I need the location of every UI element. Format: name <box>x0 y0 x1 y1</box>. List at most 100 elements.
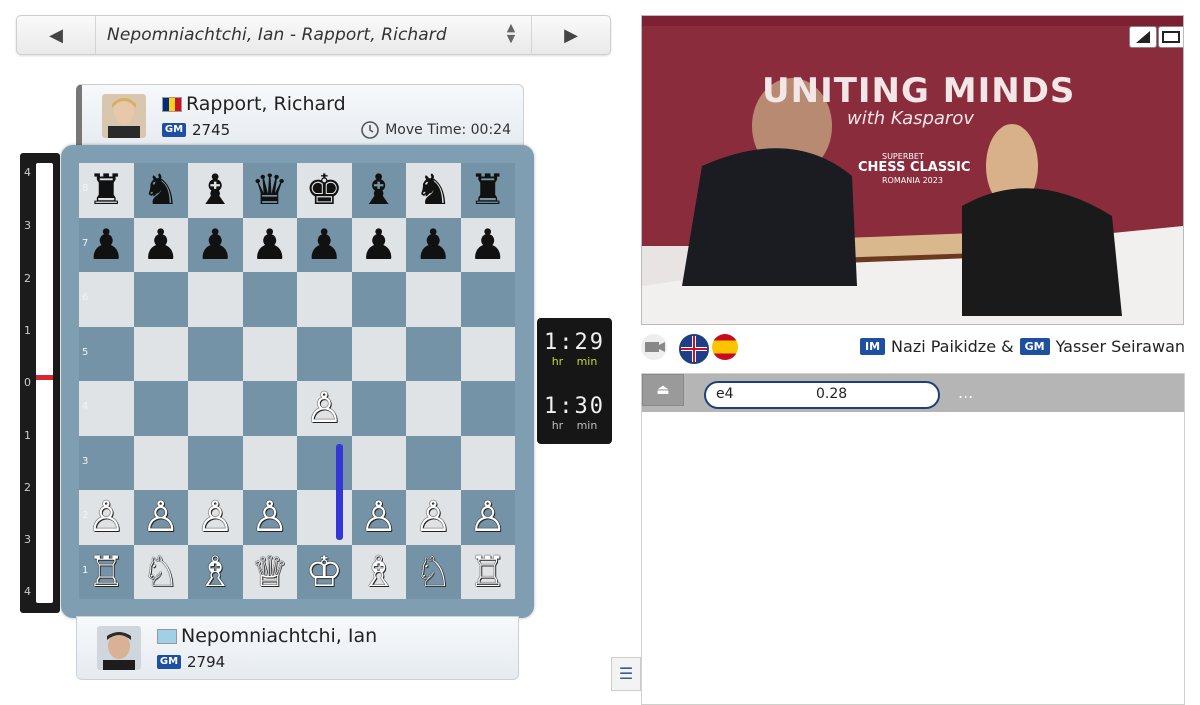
chess-piece[interactable]: ♟ <box>142 223 180 266</box>
board-square-h7[interactable]: ♟ <box>460 217 515 272</box>
board-square-e7[interactable]: ♟ <box>297 217 352 272</box>
chess-piece[interactable]: ♝ <box>360 169 398 211</box>
board-square-h1[interactable]: ♖ <box>460 544 515 599</box>
board-square-c7[interactable]: ♟ <box>188 217 243 272</box>
board-square-d2[interactable]: ♙ <box>242 490 297 545</box>
board-square-h5[interactable] <box>460 326 515 381</box>
chess-piece[interactable]: ♟ <box>469 223 507 266</box>
board-square-e5[interactable] <box>297 326 352 381</box>
board-square-f1[interactable]: ♗ <box>351 544 406 599</box>
chess-piece[interactable]: ♙ <box>305 387 343 429</box>
board-square-h6[interactable] <box>460 272 515 327</box>
board-square-e3[interactable] <box>297 435 352 490</box>
board-square-e8[interactable]: ♚ <box>297 163 352 218</box>
chess-piece[interactable]: ♖ <box>469 550 507 593</box>
board-square-g8[interactable]: ♞ <box>406 163 461 218</box>
board-square-b4[interactable] <box>133 381 188 436</box>
board-square-f5[interactable] <box>351 326 406 381</box>
board-square-h8[interactable]: ♜ <box>460 163 515 218</box>
board-square-g3[interactable] <box>406 435 461 490</box>
board-square-d6[interactable] <box>242 272 297 327</box>
board-square-e4[interactable]: ♙ <box>297 381 352 436</box>
chess-piece[interactable]: ♔ <box>305 550 343 593</box>
chess-piece[interactable]: ♙ <box>87 496 125 538</box>
board-square-f7[interactable]: ♟ <box>351 217 406 272</box>
board-square-g6[interactable] <box>406 272 461 327</box>
board-square-b8[interactable]: ♞ <box>133 163 188 218</box>
prev-game-button[interactable]: ◀ <box>17 16 96 54</box>
board-square-g4[interactable] <box>406 381 461 436</box>
board-square-d5[interactable] <box>242 326 297 381</box>
chess-piece[interactable]: ♜ <box>87 169 125 211</box>
chess-piece[interactable]: ♟ <box>360 223 398 266</box>
board-square-b1[interactable]: ♘ <box>133 544 188 599</box>
chess-piece[interactable]: ♕ <box>251 550 289 593</box>
board-square-g5[interactable] <box>406 326 461 381</box>
chess-piece[interactable]: ♙ <box>360 496 398 538</box>
chess-piece[interactable]: ♜ <box>469 169 507 211</box>
board-square-f2[interactable]: ♙ <box>351 490 406 545</box>
board-square-c1[interactable]: ♗ <box>188 544 243 599</box>
chess-piece[interactable]: ♟ <box>251 223 289 266</box>
board-square-c4[interactable] <box>188 381 243 436</box>
fullscreen-video-button[interactable] <box>1158 26 1183 48</box>
chess-piece[interactable]: ♟ <box>414 223 452 266</box>
board-square-b2[interactable]: ♙ <box>133 490 188 545</box>
chess-piece[interactable]: ♟ <box>196 223 234 266</box>
game-dropdown-icon[interactable]: ▲ ▼ <box>501 22 521 48</box>
popout-video-button[interactable] <box>1129 26 1157 48</box>
notes-button[interactable]: ☰ <box>611 657 641 691</box>
board-square-b5[interactable] <box>133 326 188 381</box>
board-square-d7[interactable]: ♟ <box>242 217 297 272</box>
board-square-e2[interactable] <box>297 490 352 545</box>
next-game-button[interactable]: ▶ <box>531 16 610 54</box>
board-square-d3[interactable] <box>242 435 297 490</box>
chess-piece[interactable]: ♟ <box>87 223 125 266</box>
chess-piece[interactable]: ♘ <box>414 550 452 593</box>
spanish-flag-icon[interactable] <box>712 334 738 360</box>
board-square-g2[interactable]: ♙ <box>406 490 461 545</box>
engine-line[interactable]: e4 0.28 <box>704 381 940 409</box>
chess-piece[interactable]: ♘ <box>142 550 180 593</box>
camera-icon[interactable] <box>641 334 667 360</box>
board-square-c8[interactable]: ♝ <box>188 163 243 218</box>
game-title[interactable]: Nepomniachtchi, Ian - Rapport, Richard <box>107 16 447 54</box>
board-square-d1[interactable]: ♕ <box>242 544 297 599</box>
chess-piece[interactable]: ♛ <box>251 169 289 211</box>
board-square-f8[interactable]: ♝ <box>351 163 406 218</box>
chess-piece[interactable]: ♗ <box>360 550 398 593</box>
chess-piece[interactable]: ♞ <box>414 169 452 211</box>
chess-piece[interactable]: ♞ <box>142 169 180 211</box>
board-square-e1[interactable]: ♔ <box>297 544 352 599</box>
board-square-c6[interactable] <box>188 272 243 327</box>
english-flag-icon[interactable] <box>679 334 709 364</box>
board-square-g7[interactable]: ♟ <box>406 217 461 272</box>
chess-board[interactable]: ♜ ♞ ♝ ♛ ♚ ♝ ♞ ♜ ♟ ♟ ♟ ♟ ♟ ♟ ♟ ♟ ♙ ♙ ♙ ♙ ♙ ♙ ♙ ♙ ♖ ♘ ♗ ♕ ♔ ♗ ♘ ♖ 8 7 6 5 4 3 2 1… <box>79 163 515 633</box>
more-moves[interactable]: ... <box>958 383 973 402</box>
chess-piece[interactable]: ♟ <box>305 223 343 266</box>
board-square-h2[interactable]: ♙ <box>460 490 515 545</box>
board-square-b6[interactable] <box>133 272 188 327</box>
board-square-f6[interactable] <box>351 272 406 327</box>
board-square-c2[interactable]: ♙ <box>188 490 243 545</box>
chess-piece[interactable]: ♙ <box>196 496 234 538</box>
board-square-c5[interactable] <box>188 326 243 381</box>
board-square-d8[interactable]: ♛ <box>242 163 297 218</box>
board-square-h3[interactable] <box>460 435 515 490</box>
board-square-c3[interactable] <box>188 435 243 490</box>
eject-icon[interactable]: ⏏ <box>642 374 684 406</box>
chess-piece[interactable]: ♙ <box>251 496 289 538</box>
board-square-f3[interactable] <box>351 435 406 490</box>
board-square-b3[interactable] <box>133 435 188 490</box>
chess-piece[interactable]: ♗ <box>196 550 234 593</box>
chess-piece[interactable]: ♖ <box>87 550 125 593</box>
chess-piece[interactable]: ♙ <box>142 496 180 538</box>
chess-piece[interactable]: ♝ <box>196 169 234 211</box>
chess-piece[interactable]: ♙ <box>469 496 507 538</box>
board-square-d4[interactable] <box>242 381 297 436</box>
chess-piece[interactable]: ♙ <box>414 496 452 538</box>
live-video[interactable]: UNITING MINDS with Kasparov SUPERBET CHE… <box>641 15 1184 325</box>
board-square-g1[interactable]: ♘ <box>406 544 461 599</box>
chess-piece[interactable]: ♚ <box>305 169 343 211</box>
board-square-h4[interactable] <box>460 381 515 436</box>
